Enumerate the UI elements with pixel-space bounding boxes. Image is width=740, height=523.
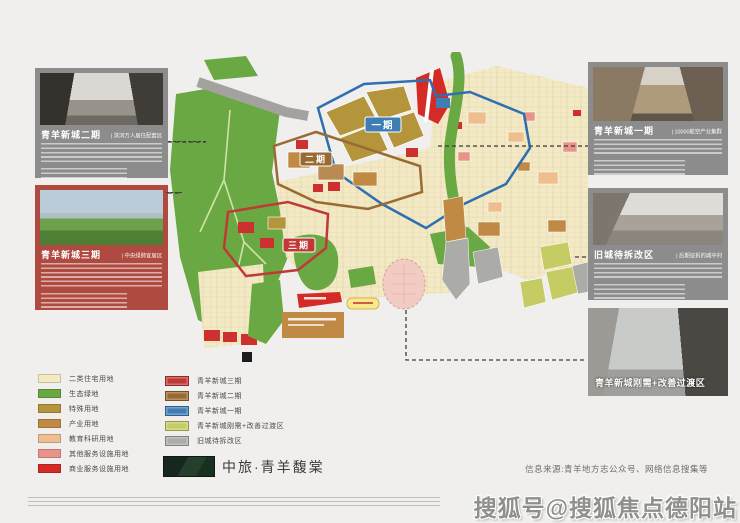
phase1-tag-label: 一期 — [371, 120, 394, 132]
panel-phase2-bodytext — [41, 143, 162, 164]
legend-row: 旧城待拆改区 — [165, 433, 284, 448]
panel-phase2-title: 青羊新城二期 — [41, 128, 101, 141]
legend-row: 二类住宅用地 — [38, 371, 129, 386]
brand-name: 中旅·青羊馥棠 — [222, 457, 325, 477]
panel-oldtown: 旧城待拆改区 | 后期征拆的城中村 — [588, 188, 728, 300]
legend-row: 青羊新城刚需+改善过渡区 — [165, 418, 284, 433]
phase3-photo — [40, 190, 163, 245]
legend-label: 其他服务设施用地 — [69, 449, 129, 459]
transition-caption: 青羊新城刚需+改善过渡区 — [595, 376, 705, 389]
infographic-page: 一期 二期 三期 青羊新城二期 | 滨河万人居住配套区 青羊新城三期 | 中央绿… — [0, 0, 740, 523]
panel-phase2-bodytext2 — [41, 168, 127, 180]
legend-swatch — [165, 436, 189, 446]
panel-phase2-subtitle: | 滨河万人居住配套区 — [110, 131, 162, 139]
phase2-photo — [40, 73, 163, 125]
phase-tag-3: 三期 — [283, 238, 315, 252]
panel-oldtown-bodytext2 — [594, 284, 685, 301]
source-note: 信息来源:青羊地方志公众号、网络信息搜集等 — [525, 463, 708, 475]
legend-row: 特殊用地 — [38, 401, 129, 416]
legend-swatch — [165, 376, 189, 386]
brand-logo-image — [163, 456, 215, 477]
legend-swatch — [38, 464, 61, 473]
legend-label: 青羊新城二期 — [197, 391, 242, 401]
legend-swatch — [38, 374, 61, 383]
legend-row: 商业服务设施用地 — [38, 461, 129, 476]
legend-label: 产业用地 — [69, 419, 99, 429]
land-use-map: 一期 二期 三期 — [168, 52, 588, 370]
legend-swatch — [38, 419, 61, 428]
phase3-tag-label: 三期 — [288, 240, 310, 251]
legend-label: 特殊用地 — [69, 404, 99, 414]
panel-phase1: 青羊新城一期 | 10000航空产业集群 — [588, 62, 728, 175]
legend-label: 二类住宅用地 — [69, 374, 114, 384]
legend-label: 教育科研用地 — [69, 434, 114, 444]
legend-row: 产业用地 — [38, 416, 129, 431]
phase-tag-2: 二期 — [300, 152, 332, 166]
legend-swatch — [38, 449, 61, 458]
oldtown-photo — [593, 193, 723, 245]
legend-label: 商业服务设施用地 — [69, 464, 129, 474]
legend-row: 生态绿地 — [38, 386, 129, 401]
panel-phase3-title: 青羊新城三期 — [41, 248, 101, 261]
panel-transition-photo: 青羊新城刚需+改善过渡区 — [588, 308, 728, 396]
legend-swatch — [38, 434, 61, 443]
panel-phase1-subtitle: | 10000航空产业集群 — [672, 127, 722, 135]
legend-label: 青羊新城一期 — [197, 406, 242, 416]
disclaimer-fineprint — [28, 497, 440, 508]
phase-tag-1: 一期 — [365, 117, 401, 132]
legend-row: 青羊新城二期 — [165, 388, 284, 403]
panel-phase3-subtitle: | 中央绿肺宜居区 — [121, 251, 162, 259]
panel-phase1-title: 青羊新城一期 — [594, 124, 654, 137]
legend-label: 青羊新城三期 — [197, 376, 242, 386]
panel-phase1-bodytext — [594, 139, 722, 156]
legend-swatch — [38, 389, 61, 398]
legend-label: 旧城待拆改区 — [197, 436, 242, 446]
panel-phase1-bodytext2 — [594, 160, 685, 177]
panel-phase3: 青羊新城三期 | 中央绿肺宜居区 — [35, 185, 168, 310]
legend-landuse: 二类住宅用地 生态绿地 特殊用地 产业用地 教育科研用地 其他服务设施用地 商业… — [38, 371, 129, 476]
panel-phase3-bodytext — [41, 263, 162, 289]
legend-label: 青羊新城刚需+改善过渡区 — [197, 421, 284, 431]
phase2-tag-label: 二期 — [305, 154, 327, 165]
legend-row: 其他服务设施用地 — [38, 446, 129, 461]
panel-phase3-bodytext2 — [41, 293, 127, 310]
legend-phases: 青羊新城三期 青羊新城二期 青羊新城一期 青羊新城刚需+改善过渡区 旧城待拆改区 — [165, 373, 284, 448]
connector-phase2 — [168, 141, 206, 142]
legend-row: 青羊新城三期 — [165, 373, 284, 388]
legend-row: 青羊新城一期 — [165, 403, 284, 418]
connector-phase3 — [166, 192, 182, 193]
landmark-blocks — [282, 292, 379, 338]
legend-swatch — [165, 391, 189, 401]
legend-swatch — [38, 404, 61, 413]
legend-swatch — [165, 421, 189, 431]
panel-oldtown-title: 旧城待拆改区 — [594, 248, 654, 261]
project-site-highlight — [383, 259, 425, 309]
phase1-photo — [593, 67, 723, 121]
panel-oldtown-bodytext — [594, 263, 722, 280]
panel-oldtown-subtitle: | 后期征拆的城中村 — [676, 251, 722, 259]
legend-row: 教育科研用地 — [38, 431, 129, 446]
legend-swatch — [165, 406, 189, 416]
watermark: 搜狐号@搜狐焦点德阳站 — [474, 489, 737, 523]
legend-label: 生态绿地 — [69, 389, 99, 399]
panel-phase2: 青羊新城二期 | 滨河万人居住配套区 — [35, 68, 168, 178]
